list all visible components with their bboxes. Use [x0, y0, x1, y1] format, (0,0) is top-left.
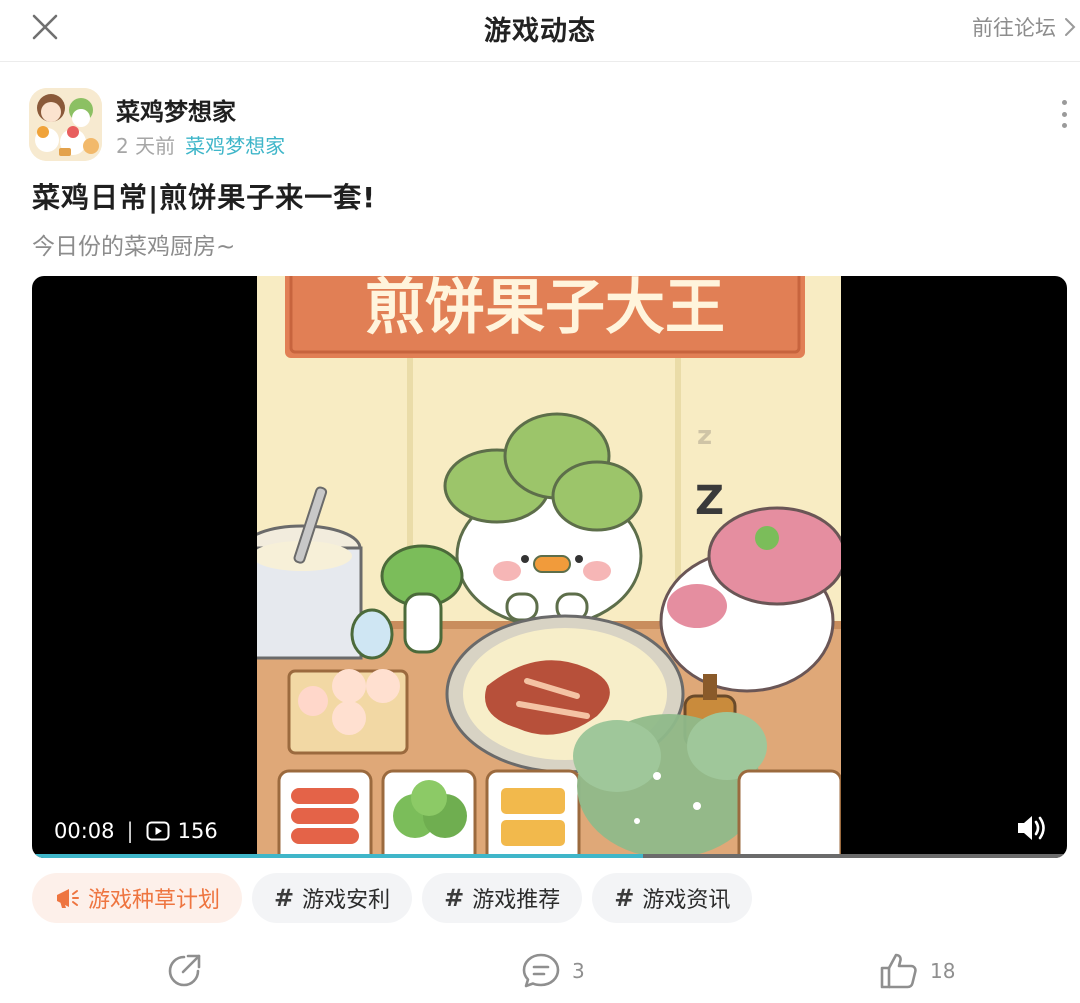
post-meta: 2 天前 菜鸡梦想家 [116, 130, 285, 159]
share-button[interactable] [164, 949, 204, 993]
circle-link[interactable]: 菜鸡梦想家 [185, 134, 285, 158]
post-title: 菜鸡日常|煎饼果子来一套! [32, 181, 376, 214]
video-thumbnail-image: 煎饼果子大王 z Z [257, 276, 841, 858]
video-player[interactable]: 煎饼果子大王 z Z 00:08 | 156 [32, 276, 1067, 858]
game-logo-image [29, 88, 102, 161]
volume-icon [1018, 816, 1045, 840]
tag-label: 游戏资讯 [642, 888, 731, 913]
more-dot [1061, 111, 1067, 117]
page-title: 游戏动态 [484, 16, 596, 47]
video-progress-fill [32, 854, 643, 858]
tag-label: 游戏安利 [302, 888, 391, 913]
more-dot [1061, 100, 1067, 105]
tag-label: 游戏推荐 [472, 888, 561, 913]
video-banner-text: 煎饼果子大王 [365, 276, 725, 343]
go-to-forum-link[interactable]: 前往论坛 [972, 12, 1076, 42]
post-subtitle: 今日份的菜鸡厨房~ [32, 234, 236, 260]
share-icon [168, 954, 201, 987]
forum-link-label: 前往论坛 [972, 16, 1056, 40]
video-frame: 煎饼果子大王 z Z [257, 276, 841, 858]
topic-tag-featured[interactable]: 游戏种草计划 [32, 873, 243, 923]
volume-button[interactable] [1015, 812, 1049, 844]
comment-icon [522, 953, 560, 988]
tag-list: 游戏种草计划 # 游戏安利 # 游戏推荐 # 游戏资讯 [32, 873, 753, 923]
hashtag-icon: # [274, 884, 295, 912]
topic-tag[interactable]: # 游戏安利 [252, 873, 413, 923]
video-current-time: 00:08 [54, 819, 115, 843]
more-dot [1061, 123, 1067, 128]
game-avatar[interactable] [29, 88, 102, 161]
topic-tag[interactable]: # 游戏资讯 [592, 873, 753, 923]
video-info: 00:08 | 156 [54, 819, 218, 843]
top-bar: 游戏动态 前往论坛 [0, 0, 1080, 62]
hashtag-icon: # [614, 884, 635, 912]
tag-label: 游戏种草计划 [88, 888, 221, 913]
more-options-button[interactable] [1054, 100, 1074, 128]
hashtag-icon: # [444, 884, 465, 912]
video-play-count: 156 [177, 819, 218, 843]
svg-text:z: z [697, 421, 712, 451]
chevron-right-icon [1065, 18, 1076, 36]
thumbs-up-icon [880, 953, 917, 989]
author-name[interactable]: 菜鸡梦想家 [116, 92, 236, 127]
like-count: 18 [930, 959, 956, 983]
comment-count: 3 [572, 959, 585, 983]
video-info-separator: | [126, 819, 134, 843]
megaphone-icon [57, 889, 79, 908]
svg-text:Z: Z [695, 478, 724, 524]
topic-tag[interactable]: # 游戏推荐 [422, 873, 583, 923]
video-progress-bar[interactable] [32, 854, 1067, 858]
action-bar: 3 18 [0, 945, 1080, 997]
play-count-icon [146, 821, 170, 841]
post-time: 2 天前 [116, 134, 176, 158]
comment-button[interactable]: 3 [520, 949, 585, 993]
like-button[interactable]: 18 [878, 949, 955, 993]
